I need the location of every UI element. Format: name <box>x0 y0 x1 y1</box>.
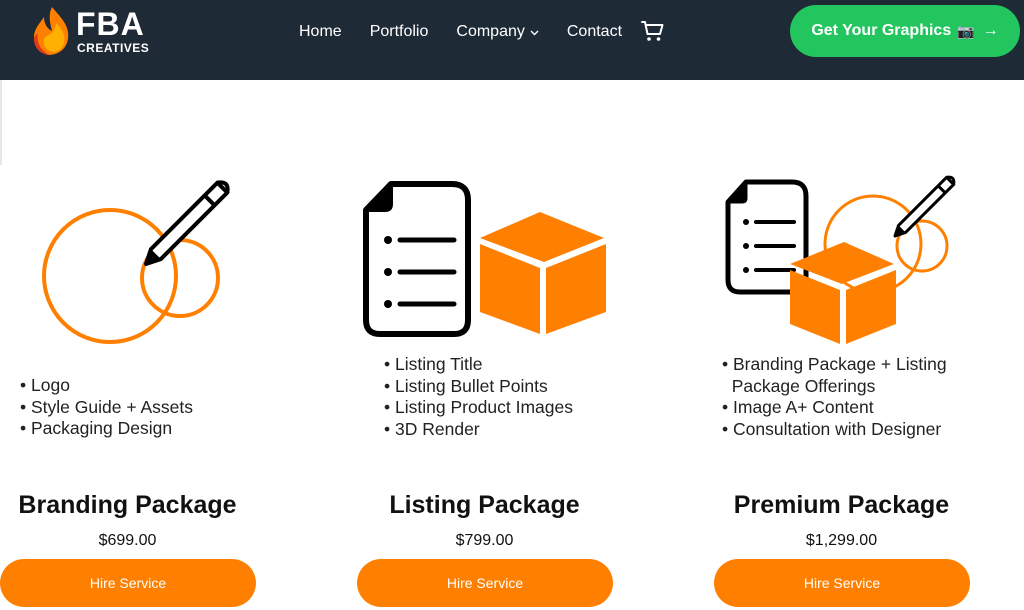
brand-name: FBA <box>76 6 145 42</box>
package-price: $799.00 <box>455 532 514 549</box>
hire-service-button[interactable]: Hire Service <box>714 559 970 607</box>
list-item: Package Offerings <box>731 375 876 396</box>
list-item: • Listing Product Images <box>384 397 574 417</box>
nav-company[interactable]: Company <box>456 23 539 41</box>
package-title: Branding Package <box>18 491 237 519</box>
nav-home[interactable]: Home <box>299 23 342 41</box>
nav-portfolio-label: Portfolio <box>369 23 429 40</box>
list-item: • Image A+ Content <box>722 397 874 417</box>
main-nav: Home Portfolio Company Contact <box>299 20 650 44</box>
list-item: • Logo <box>20 375 70 395</box>
nav-contact-label: Contact <box>566 23 623 40</box>
hire-service-button[interactable]: Hire Service <box>0 559 256 607</box>
list-item: • Consultation with Designer <box>722 418 942 439</box>
list-item: • Packaging Design <box>20 418 173 438</box>
nav-contact[interactable]: Contact <box>567 23 622 41</box>
package-price: $1,299.00 <box>805 532 878 549</box>
package-price: $699.00 <box>98 532 157 549</box>
arrow-right-icon: → <box>982 22 999 39</box>
list-item: • Listing Bullet Points <box>384 375 548 396</box>
package-card-premium: • Branding Package + Listing Package Off… <box>714 160 1024 610</box>
nav-portfolio[interactable]: Portfolio <box>370 23 429 41</box>
package-title: Listing Package <box>389 491 580 519</box>
brand-tagline: CREATIVES <box>77 41 150 55</box>
nav-company-label: Company <box>456 23 525 40</box>
list-item: • 3D Render <box>384 418 480 439</box>
feature-list: • Logo • Style Guide + Assets • Packagin… <box>20 375 193 440</box>
chevron-down-icon <box>530 23 539 41</box>
feature-list: • Branding Package + Listing Package Off… <box>722 354 947 440</box>
hire-service-button[interactable]: Hire Service <box>357 559 613 607</box>
list-item: • Branding Package + Listing <box>722 354 947 374</box>
camera-icon: 📷 <box>957 22 975 39</box>
divider <box>0 80 2 165</box>
feature-list: • Listing Title • Listing Bullet Points … <box>384 354 573 440</box>
logo[interactable]: FBA CREATIVES <box>30 5 160 57</box>
nav-home-label: Home <box>299 23 342 40</box>
package-card-listing: • Listing Title • Listing Bullet Points … <box>357 160 697 610</box>
document-box-icon <box>363 181 606 337</box>
package-title: Premium Package <box>733 491 950 519</box>
flame-icon <box>34 7 69 55</box>
list-item: • Style Guide + Assets <box>20 396 193 417</box>
site-header: FBA CREATIVES Home Portfolio Company Con… <box>0 0 1024 80</box>
document-box-pencil-icon <box>725 175 956 344</box>
cta-label: Get Your Graphics <box>811 22 952 39</box>
list-item: • Listing Title <box>384 354 483 374</box>
get-graphics-button[interactable]: Get Your Graphics 📷 → <box>790 5 1020 57</box>
cart-icon[interactable] <box>641 19 665 48</box>
